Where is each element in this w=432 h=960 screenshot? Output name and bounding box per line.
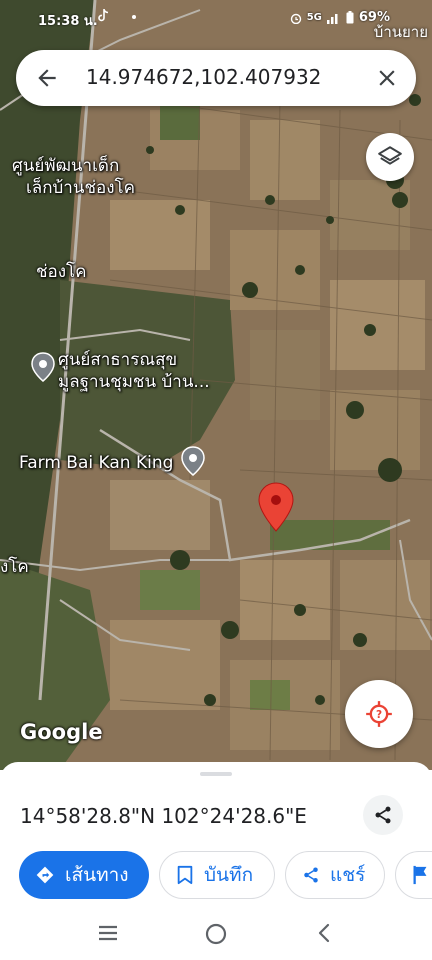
google-attribution: Google (20, 720, 103, 744)
arrow-back-icon[interactable] (34, 65, 60, 91)
directions-button[interactable]: เส้นทาง (19, 851, 149, 899)
satellite-map[interactable]: ศูนย์พัฒนาเด็ก เล็กบ้านช่องโค ช่องโค ศูน… (0, 0, 432, 770)
network-type: 5G (306, 12, 322, 23)
battery-icon (346, 11, 354, 24)
poi-pin-icon[interactable] (31, 352, 55, 382)
village-label-edge[interactable]: งโค (0, 556, 29, 578)
save-button[interactable]: บันทึก (159, 851, 275, 899)
coordinates-text: 14°58'28.8"N 102°24'28.6"E (20, 804, 307, 828)
close-icon[interactable] (374, 65, 400, 91)
share-icon (304, 867, 318, 883)
poi-label-farm[interactable]: Farm Bai Kan King (19, 452, 173, 474)
recent-apps-icon[interactable] (97, 922, 119, 944)
status-time: 15:38 น. (38, 14, 98, 29)
search-bar[interactable]: 14.974672,102.407932 (16, 50, 416, 106)
share-label: แชร์ (330, 864, 366, 886)
flag-button[interactable] (395, 851, 432, 899)
village-label[interactable]: ช่องโค (36, 261, 87, 283)
status-bar: 15:38 น. 5G 69% บ้านยาย (0, 0, 432, 41)
poi-label-line: ศูนย์สาธารณสุข (58, 350, 178, 370)
poi-label-line: มูลฐานชุมชน บ้าน... (58, 372, 210, 392)
poi-label-healthcenter[interactable]: ศูนย์สาธารณสุข มูลฐานชุมชน บ้าน... (58, 349, 210, 393)
notification-dot-icon (132, 15, 136, 19)
poi-label-line: เล็กบ้านช่องโค (26, 178, 136, 198)
home-icon[interactable] (204, 922, 228, 946)
back-nav-icon[interactable] (314, 922, 334, 944)
action-chips: เส้นทาง บันทึก แชร์ (19, 851, 432, 901)
poi-label-line: ศูนย์พัฒนาเด็ก (12, 156, 120, 176)
alarm-icon (290, 13, 301, 24)
share-icon (375, 806, 391, 824)
share-button[interactable]: แชร์ (285, 851, 385, 899)
map-edge-place-label[interactable]: บ้านยาย (374, 20, 428, 44)
sheet-drag-handle[interactable] (200, 772, 232, 776)
my-location-button[interactable]: ? (345, 680, 413, 748)
bookmark-icon (177, 865, 193, 885)
poi-label-childcenter[interactable]: ศูนย์พัฒนาเด็ก เล็กบ้านช่องโค (12, 155, 135, 199)
system-navigation-bar (0, 908, 432, 960)
search-input[interactable]: 14.974672,102.407932 (86, 65, 321, 89)
layers-icon (378, 146, 402, 165)
directions-label: เส้นทาง (65, 864, 129, 886)
dropped-pin-icon[interactable] (258, 482, 294, 532)
location-crosshair-icon: ? (366, 701, 392, 727)
signal-icon (326, 13, 338, 24)
tiktok-icon (98, 8, 109, 22)
share-icon-button[interactable] (363, 795, 403, 835)
flag-icon (413, 865, 427, 885)
save-label: บันทึก (204, 864, 254, 886)
poi-pin-icon[interactable] (181, 446, 205, 476)
svg-text:?: ? (376, 709, 382, 721)
directions-icon (36, 866, 54, 884)
layers-button[interactable] (366, 133, 414, 181)
